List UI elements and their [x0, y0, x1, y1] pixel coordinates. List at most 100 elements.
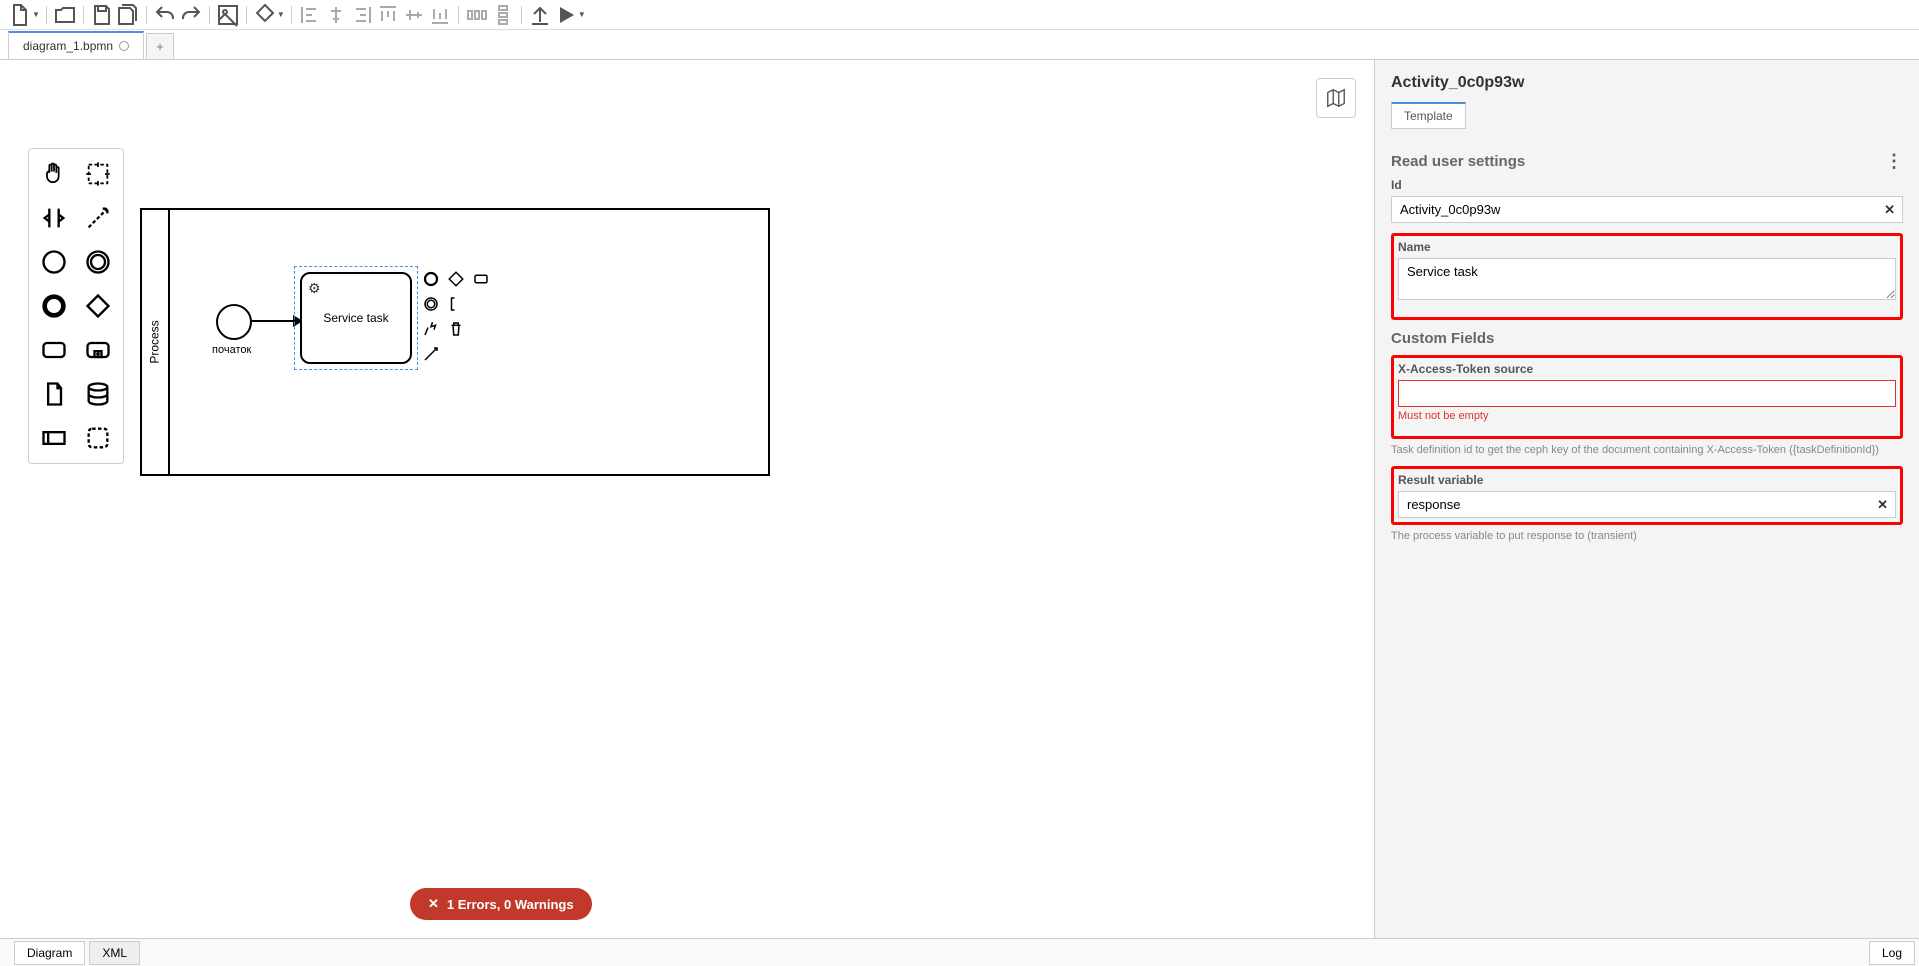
separator: [209, 6, 210, 24]
deploy-icon[interactable]: [528, 3, 552, 27]
intermediate-event-icon[interactable]: [77, 241, 119, 283]
start-event[interactable]: [216, 304, 252, 340]
distribute-h-icon[interactable]: [465, 3, 489, 27]
empty: [470, 318, 492, 340]
lane-label: Process: [148, 320, 162, 363]
append-intermediate-icon[interactable]: [420, 293, 442, 315]
new-file-icon[interactable]: [8, 3, 32, 27]
image-icon[interactable]: [216, 3, 240, 27]
lasso-tool-icon[interactable]: [77, 153, 119, 195]
main-toolbar: ▼ ▼ ▼: [0, 0, 1919, 30]
field-xtoken: X-Access-Token source Must not be empty: [1398, 362, 1896, 422]
separator: [246, 6, 247, 24]
align-center-icon[interactable]: [324, 3, 348, 27]
run-dropdown[interactable]: ▼: [578, 10, 586, 19]
run-icon[interactable]: [554, 3, 578, 27]
id-input[interactable]: [1391, 196, 1903, 223]
append-gateway-icon[interactable]: [445, 268, 467, 290]
start-event-icon[interactable]: [33, 241, 75, 283]
highlight-name: Name: [1391, 233, 1903, 320]
tab-xml[interactable]: XML: [89, 941, 140, 965]
align-right-icon[interactable]: [350, 3, 374, 27]
kebab-menu-icon[interactable]: ⋮: [1885, 151, 1903, 172]
annotation-icon[interactable]: [445, 293, 467, 315]
lane-body[interactable]: початок ⚙ Service task: [170, 210, 768, 474]
data-store-icon[interactable]: [77, 373, 119, 415]
open-icon[interactable]: [53, 3, 77, 27]
field-id: Id ✕: [1391, 178, 1903, 223]
color-dropdown[interactable]: ▼: [277, 10, 285, 19]
align-top-icon[interactable]: [376, 3, 400, 27]
log-button[interactable]: Log: [1869, 941, 1915, 965]
section-general: Read user settings ⋮ Id ✕ Name Custom Fi…: [1375, 137, 1919, 553]
gateway-icon[interactable]: [77, 285, 119, 327]
align-middle-icon[interactable]: [402, 3, 426, 27]
bpmn-diagram: Process початок ⚙ Service task: [140, 208, 770, 476]
connect-tool-icon[interactable]: [77, 197, 119, 239]
file-tabbar: diagram_1.bpmn +: [0, 30, 1919, 60]
hand-tool-icon[interactable]: [33, 153, 75, 195]
change-type-icon[interactable]: [420, 318, 442, 340]
canvas[interactable]: Process початок ⚙ Service task: [0, 60, 1374, 938]
connect-icon[interactable]: [420, 343, 442, 365]
result-input[interactable]: [1398, 491, 1896, 518]
service-task-label: Service task: [323, 311, 388, 325]
start-event-label: початок: [212, 344, 251, 356]
undo-icon[interactable]: [153, 3, 177, 27]
main-area: Process початок ⚙ Service task: [0, 60, 1919, 938]
element-title: Activity_0c0p93w: [1391, 74, 1903, 92]
empty: [470, 293, 492, 315]
xtoken-input[interactable]: [1398, 380, 1896, 407]
tab-diagram[interactable]: Diagram: [14, 941, 85, 965]
clear-icon[interactable]: ✕: [1877, 497, 1888, 513]
highlight-result: Result variable ✕: [1391, 466, 1903, 525]
task-icon[interactable]: [33, 329, 75, 371]
close-icon: ✕: [428, 896, 439, 912]
separator: [458, 6, 459, 24]
end-event-icon[interactable]: [33, 285, 75, 327]
pool-icon[interactable]: [33, 417, 75, 459]
lane-header[interactable]: Process: [142, 210, 170, 474]
redo-icon[interactable]: [179, 3, 203, 27]
append-end-event-icon[interactable]: [420, 268, 442, 290]
separator: [521, 6, 522, 24]
group-icon[interactable]: [77, 417, 119, 459]
xtoken-help: Task definition id to get the ceph key o…: [1391, 443, 1903, 458]
color-icon[interactable]: [253, 3, 277, 27]
service-task[interactable]: ⚙ Service task: [300, 272, 412, 364]
error-pill[interactable]: ✕ 1 Errors, 0 Warnings: [410, 888, 592, 920]
unsaved-indicator-icon: [119, 41, 129, 51]
append-task-icon[interactable]: [470, 268, 492, 290]
tab-template[interactable]: Template: [1391, 102, 1466, 129]
new-file-dropdown[interactable]: ▼: [32, 10, 40, 19]
properties-panel-toggle[interactable]: Properties Panel: [1374, 290, 1375, 430]
space-tool-icon[interactable]: [33, 197, 75, 239]
align-left-icon[interactable]: [298, 3, 322, 27]
properties-panel: Properties Panel Activity_0c0p93w Templa…: [1374, 60, 1919, 938]
id-label: Id: [1391, 178, 1903, 192]
name-label: Name: [1398, 240, 1896, 254]
name-input[interactable]: [1398, 258, 1896, 300]
bottom-tabs: Diagram XML: [4, 941, 140, 965]
clear-icon[interactable]: ✕: [1884, 202, 1895, 218]
add-tab-button[interactable]: +: [146, 33, 174, 59]
field-name: Name: [1398, 240, 1896, 303]
field-result: Result variable ✕: [1398, 473, 1896, 518]
subprocess-icon[interactable]: [77, 329, 119, 371]
delete-icon[interactable]: [445, 318, 467, 340]
align-bottom-icon[interactable]: [428, 3, 452, 27]
separator: [146, 6, 147, 24]
minimap-toggle[interactable]: [1316, 78, 1356, 118]
properties-tabs: Template: [1391, 102, 1903, 129]
save-icon[interactable]: [90, 3, 114, 27]
pool[interactable]: Process початок ⚙ Service task: [140, 208, 770, 476]
gear-icon: ⚙: [308, 280, 321, 297]
result-help: The process variable to put response to …: [1391, 529, 1903, 544]
data-object-icon[interactable]: [33, 373, 75, 415]
bottom-bar: Diagram XML Log: [0, 938, 1919, 966]
section-title: Read user settings: [1391, 153, 1525, 170]
file-tab[interactable]: diagram_1.bpmn: [8, 31, 144, 59]
distribute-v-icon[interactable]: [491, 3, 515, 27]
save-all-icon[interactable]: [116, 3, 140, 27]
file-tab-label: diagram_1.bpmn: [23, 39, 113, 53]
